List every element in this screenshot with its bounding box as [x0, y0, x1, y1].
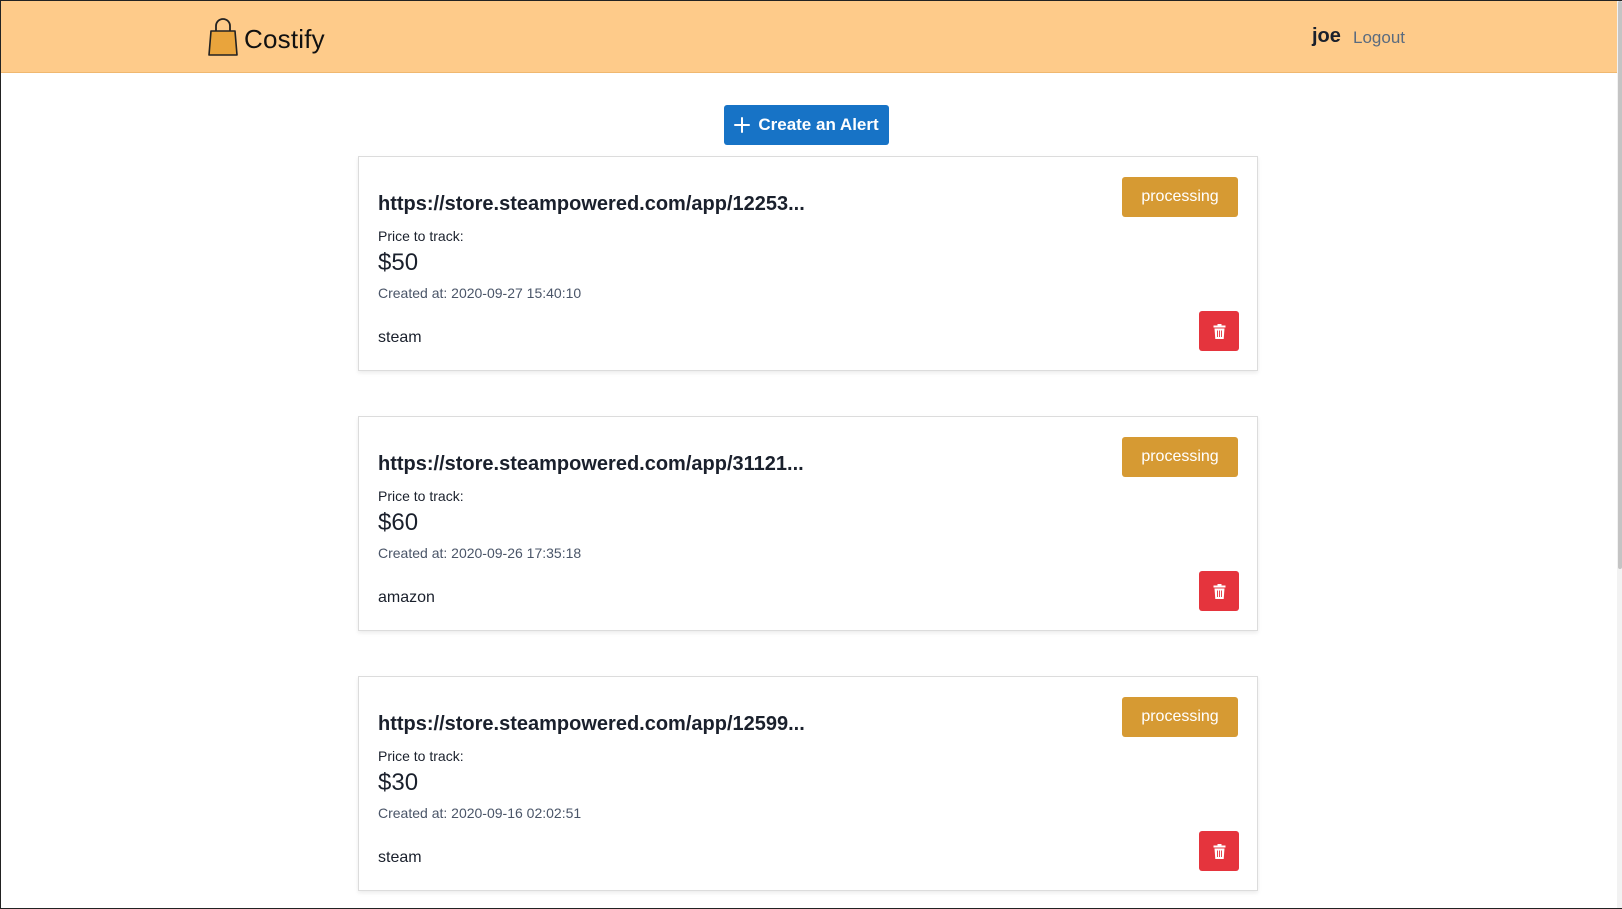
trash-icon: [1213, 323, 1225, 339]
price-label: Price to track:: [378, 228, 464, 244]
trash-icon: [1213, 843, 1225, 859]
brand-name: Costify: [244, 23, 325, 54]
price-label: Price to track:: [378, 488, 464, 504]
alert-card: https://store.steampowered.com/app/12253…: [358, 156, 1258, 371]
alert-card: https://store.steampowered.com/app/31121…: [358, 416, 1258, 631]
create-alert-button[interactable]: Create an Alert: [724, 105, 889, 145]
logout-link[interactable]: Logout: [1353, 28, 1405, 48]
status-badge: processing: [1122, 437, 1238, 477]
username-label: joe: [1312, 25, 1341, 47]
price-value: $30: [378, 769, 419, 796]
delete-button[interactable]: [1199, 831, 1239, 871]
alert-url: https://store.steampowered.com/app/31121…: [378, 453, 804, 475]
created-at: Created at: 2020-09-26 17:35:18: [378, 545, 582, 561]
trash-icon: [1213, 583, 1225, 599]
alert-url: https://store.steampowered.com/app/12599…: [378, 713, 805, 735]
store-name: amazon: [378, 589, 435, 606]
store-name: steam: [378, 849, 422, 866]
price-value: $50: [378, 249, 419, 276]
create-alert-label: Create an Alert: [758, 115, 879, 134]
alert-url: https://store.steampowered.com/app/12253…: [378, 193, 805, 215]
brand[interactable]: Costify: [206, 17, 325, 57]
navbar: Costify joe Logout: [1, 1, 1617, 73]
app-viewport: Costify joe Logout Create an Alert https…: [0, 0, 1622, 909]
delete-button[interactable]: [1199, 571, 1239, 611]
scrollbar-thumb[interactable]: [1618, 1, 1622, 569]
status-badge: processing: [1122, 177, 1238, 217]
alert-card: https://store.steampowered.com/app/12599…: [358, 676, 1258, 891]
created-at: Created at: 2020-09-27 15:40:10: [378, 285, 582, 301]
price-label: Price to track:: [378, 748, 464, 764]
delete-button[interactable]: [1199, 311, 1239, 351]
shopping-bag-icon: [208, 18, 238, 56]
store-name: steam: [378, 329, 422, 346]
plus-icon: [734, 117, 751, 133]
price-value: $60: [378, 509, 419, 536]
created-at: Created at: 2020-09-16 02:02:51: [378, 805, 582, 821]
status-badge: processing: [1122, 697, 1238, 737]
